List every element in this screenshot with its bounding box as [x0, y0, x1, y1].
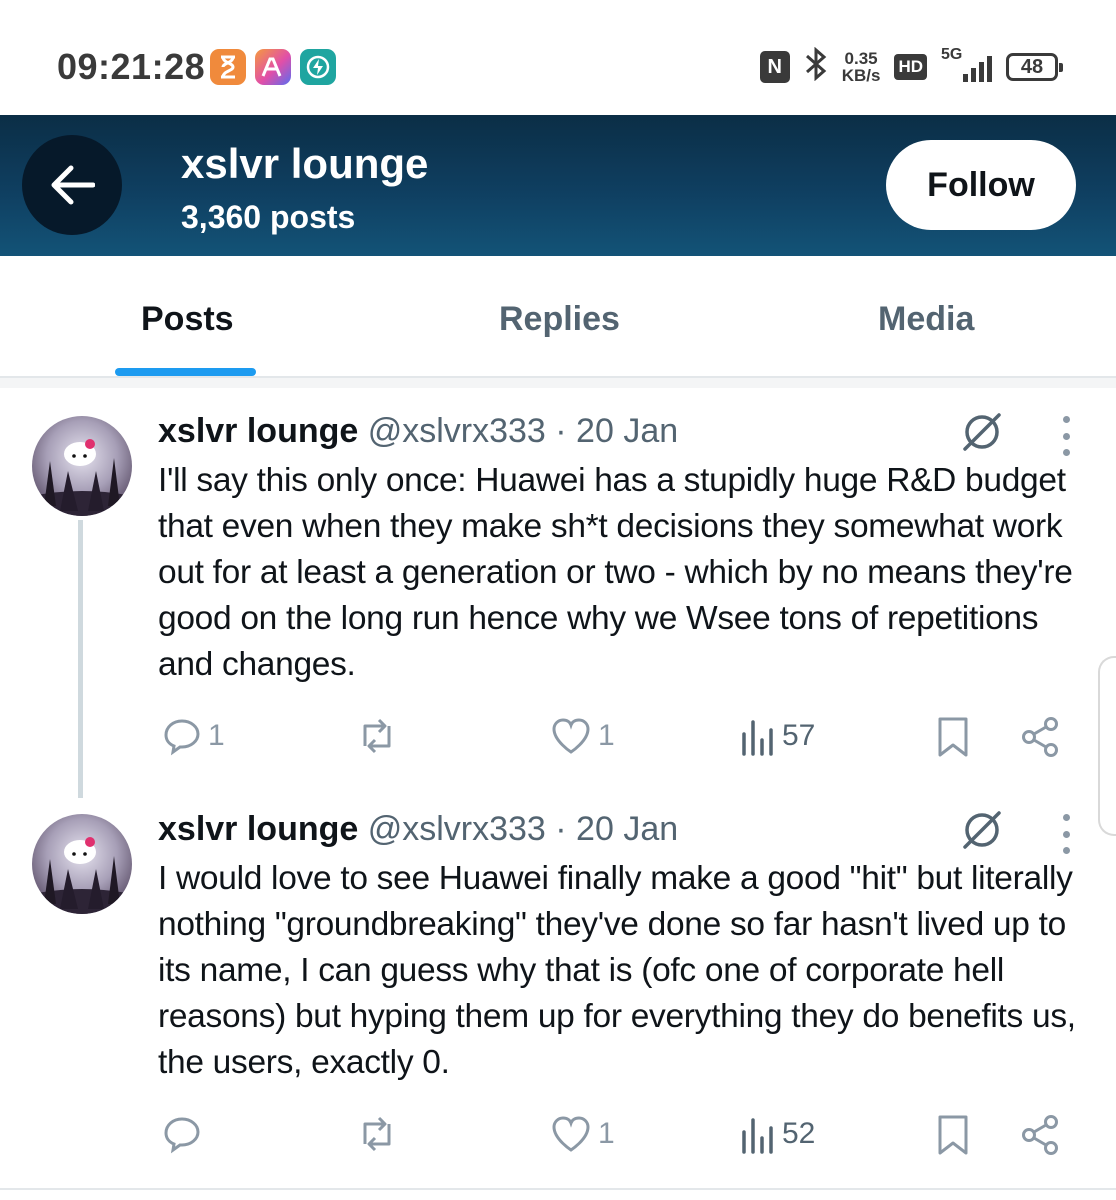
grok-icon[interactable] [960, 808, 1004, 852]
nfc-icon: N [759, 51, 790, 83]
reply-count: 1 [208, 719, 225, 752]
battery-icon: 48 [1006, 53, 1063, 81]
status-indicators: N 0.35 KB/s HD 5G 48 [759, 46, 1063, 88]
back-button[interactable] [22, 135, 122, 235]
like-count: 1 [598, 719, 615, 752]
post-header: xslvr lounge @xslvrx333 · 20 Jan [158, 412, 678, 451]
author-name[interactable]: xslvr lounge [158, 810, 358, 848]
posts-count: 3,360 posts [181, 199, 356, 235]
repost-icon [363, 718, 391, 754]
bookmark-button[interactable] [936, 716, 970, 758]
hourglass-icon [210, 49, 246, 85]
post-actions: 1 1 57 [158, 716, 1078, 760]
repost-icon [363, 1116, 391, 1152]
profile-tabs: Posts Replies Media [0, 256, 1116, 378]
more-icon[interactable] [1056, 416, 1076, 456]
signal-icon: 5G [941, 46, 992, 82]
follow-button[interactable]: Follow [886, 140, 1076, 230]
like-icon [552, 718, 590, 754]
more-icon[interactable] [1056, 814, 1076, 854]
like-icon [552, 1116, 590, 1152]
status-time: 09:21:28 [57, 46, 206, 87]
views-button[interactable]: 52 [740, 1114, 815, 1154]
post-header: xslvr lounge @xslvrx333 · 20 Jan [158, 810, 678, 849]
avatar-image [32, 837, 132, 914]
hd-badge: HD [894, 54, 927, 80]
share-icon [1022, 1115, 1058, 1155]
views-count: 52 [782, 1117, 816, 1150]
share-button[interactable] [1020, 1114, 1060, 1156]
like-count: 1 [598, 1117, 615, 1150]
bookmark-icon [938, 1115, 968, 1155]
grok-icon[interactable] [960, 410, 1004, 454]
bookmark-icon [938, 717, 968, 757]
views-icon [742, 1118, 773, 1154]
avatar-image [32, 439, 132, 516]
network-speed: 0.35 KB/s [841, 49, 881, 85]
author-handle-date: @xslvrx333 · 20 Jan [358, 810, 679, 848]
repost-button[interactable] [355, 716, 405, 756]
status-bar: 09:21:28 N 0.35 KB/s HD 5G 48 [0, 0, 1116, 115]
reply-button[interactable] [162, 1114, 208, 1154]
author-name[interactable]: xslvr lounge [158, 412, 358, 450]
tab-replies[interactable]: Replies [499, 300, 620, 339]
bluetooth-icon [804, 46, 828, 87]
like-button[interactable]: 1 [550, 1114, 615, 1154]
share-button[interactable] [1020, 716, 1060, 758]
author-handle-date: @xslvrx333 · 20 Jan [358, 412, 679, 450]
views-button[interactable]: 57 [740, 716, 815, 756]
profile-header: xslvr lounge 3,360 posts Follow [0, 115, 1116, 256]
repost-button[interactable] [355, 1114, 405, 1154]
bookmark-button[interactable] [936, 1114, 970, 1156]
back-arrow-icon [51, 165, 95, 205]
views-icon [742, 720, 773, 756]
reply-icon [164, 1117, 200, 1154]
tab-posts[interactable]: Posts [141, 300, 234, 339]
tabs-divider [0, 378, 1116, 388]
post-actions: 1 52 [158, 1114, 1078, 1158]
post-text: I'll say this only once: Huawei has a st… [158, 462, 1073, 683]
ai-app-icon [255, 49, 291, 85]
profile-name: xslvr lounge [181, 140, 429, 187]
avatar[interactable] [32, 814, 132, 914]
bolt-app-icon [300, 49, 336, 85]
active-tab-indicator [115, 368, 256, 376]
like-button[interactable]: 1 [550, 716, 615, 756]
feed-divider [0, 1188, 1116, 1190]
reply-icon [164, 719, 200, 756]
avatar[interactable] [32, 416, 132, 516]
views-count: 57 [782, 719, 816, 752]
post-text: I would love to see Huawei finally make … [158, 860, 1076, 1081]
edge-panel-handle[interactable] [1098, 656, 1116, 836]
reply-button[interactable]: 1 [162, 716, 225, 756]
share-icon [1022, 717, 1058, 757]
tab-media[interactable]: Media [878, 300, 974, 339]
post[interactable]: xslvr lounge @xslvrx333 · 20 Jan I would… [0, 786, 1116, 1186]
post[interactable]: xslvr lounge @xslvrx333 · 20 Jan I'll sa… [0, 388, 1116, 798]
thread-line [78, 520, 83, 798]
